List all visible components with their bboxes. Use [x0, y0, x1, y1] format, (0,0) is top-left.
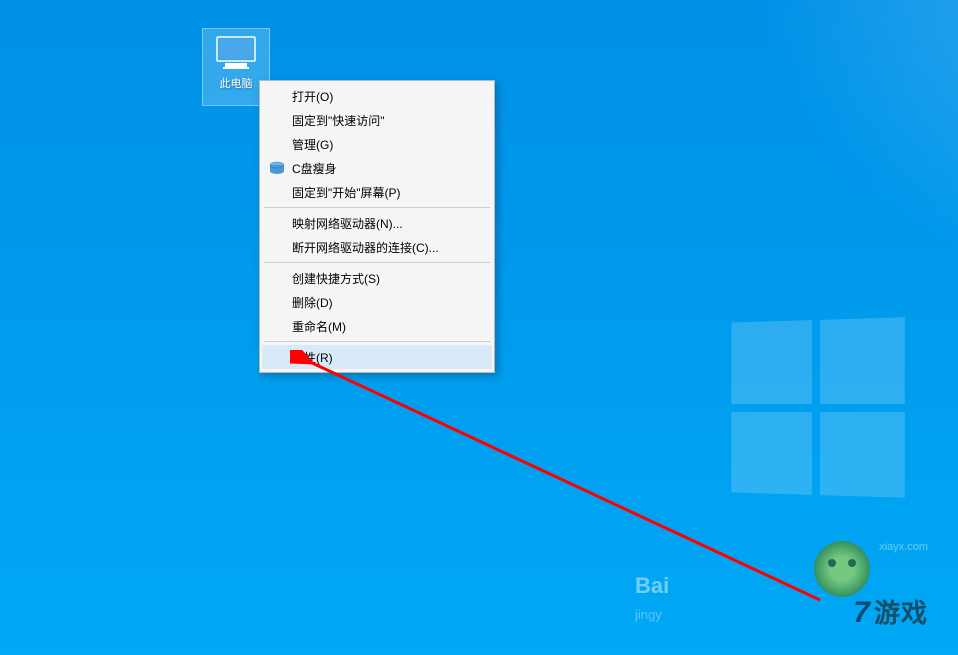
- menu-item-pin-quick-access[interactable]: 固定到"快速访问": [262, 108, 492, 132]
- watermark-baidu: Bai jingy: [635, 573, 669, 625]
- menu-item-disconnect-network-drive[interactable]: 断开网络驱动器的连接(C)...: [262, 235, 492, 259]
- menu-item-manage[interactable]: 管理(G): [262, 132, 492, 156]
- light-ray: [750, 0, 958, 300]
- menu-label: 创建快捷方式(S): [292, 270, 380, 287]
- menu-item-properties[interactable]: 属性(R): [262, 345, 492, 369]
- watermark-text: Bai: [635, 573, 669, 598]
- menu-label: 固定到"快速访问": [292, 112, 385, 129]
- watermark-right: xiayx.com 7 游戏: [853, 541, 928, 630]
- menu-label: 重命名(M): [292, 318, 346, 335]
- watermark-url: xiayx.com: [853, 541, 928, 553]
- watermark-logo-text: 游戏: [874, 593, 928, 630]
- windows-logo-icon: [731, 317, 904, 497]
- menu-item-delete[interactable]: 删除(D): [262, 290, 492, 314]
- menu-label: 断开网络驱动器的连接(C)...: [292, 239, 439, 256]
- menu-separator: [264, 262, 490, 263]
- menu-item-open[interactable]: 打开(O): [262, 84, 492, 108]
- desktop-icon-label: 此电脑: [220, 75, 253, 91]
- menu-item-map-network-drive[interactable]: 映射网络驱动器(N)...: [262, 211, 492, 235]
- menu-separator: [264, 207, 490, 208]
- menu-label: 固定到"开始"屏幕(P): [292, 184, 401, 201]
- menu-label: 打开(O): [292, 88, 333, 105]
- menu-item-pin-start[interactable]: 固定到"开始"屏幕(P): [262, 180, 492, 204]
- watermark-sub: jingy: [635, 607, 662, 622]
- menu-separator: [264, 341, 490, 342]
- context-menu: 打开(O) 固定到"快速访问" 管理(G) C盘瘦身 固定到"开始"屏幕(P) …: [259, 80, 495, 373]
- logo-circle-icon: [814, 541, 870, 597]
- menu-label: 映射网络驱动器(N)...: [292, 215, 403, 232]
- menu-item-c-disk-slim[interactable]: C盘瘦身: [262, 156, 492, 180]
- computer-icon: [215, 35, 257, 71]
- watermark-seven: 7: [853, 596, 870, 630]
- menu-item-rename[interactable]: 重命名(M): [262, 314, 492, 338]
- menu-label: C盘瘦身: [292, 160, 337, 177]
- menu-label: 删除(D): [292, 294, 333, 311]
- menu-label: 管理(G): [292, 136, 333, 153]
- disk-icon: [269, 161, 285, 175]
- menu-label: 属性(R): [292, 349, 333, 366]
- menu-item-create-shortcut[interactable]: 创建快捷方式(S): [262, 266, 492, 290]
